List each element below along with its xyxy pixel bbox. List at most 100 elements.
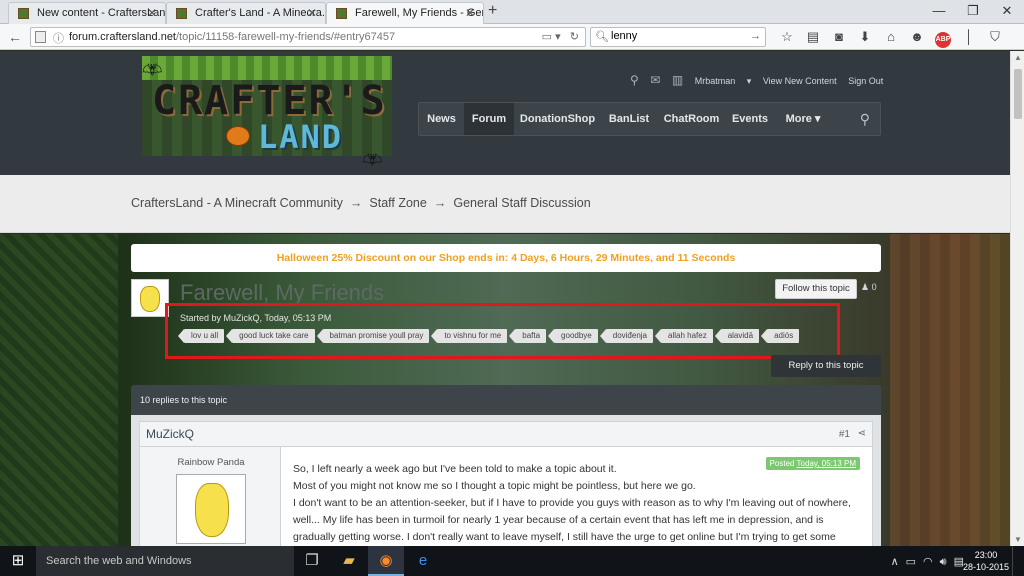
nav-events[interactable]: Events (726, 103, 774, 135)
breadcrumb: CraftersLand - A Minecraft Community → Sta… (0, 175, 1010, 233)
post-author-panel: Rainbow Panda (139, 447, 281, 546)
highlight-box (165, 303, 840, 359)
download-icon[interactable]: ⬇ (852, 28, 878, 46)
url-text: forum.craftersland.net/topic/11158-farew… (69, 31, 395, 43)
address-bar-icons: ▭ ▾ ↻ (542, 30, 579, 43)
reply-button[interactable]: Reply to this topic (771, 355, 881, 377)
restore-icon[interactable]: ❐ (956, 0, 990, 22)
scroll-down-icon[interactable]: ▼ (1014, 535, 1022, 544)
battery-icon[interactable]: ▭ (906, 556, 916, 568)
favicon-icon (176, 8, 187, 19)
breadcrumb-staff-zone[interactable]: Staff Zone (369, 196, 426, 210)
web-page: CRAFTER'S LAND 🦇︎ 🦇︎ ⚲ ✉ ▥ Mrbatman ▾ Vi… (0, 51, 1010, 546)
minimize-icon[interactable]: — (922, 0, 956, 22)
windows-start-icon[interactable]: ⊞ (0, 546, 36, 576)
post-container: MuZickQ #1 ⋖ Rainbow Panda Posted Today,… (131, 415, 881, 546)
pikachu-avatar-image (140, 286, 160, 312)
browser-nav-bar: ← ⓘ forum.craftersland.net/topic/11158-f… (0, 24, 1024, 64)
scrollbar-thumb[interactable] (1014, 69, 1022, 119)
site-search-icon[interactable]: ⚲ (860, 111, 870, 128)
back-icon[interactable]: ← (5, 27, 25, 47)
user-links: ⚲ ✉ ▥ Mrbatman ▾ View New Content Sign O… (630, 73, 892, 87)
reload-icon[interactable]: ↻ (570, 31, 579, 43)
nav-forum[interactable]: Forum (464, 103, 514, 135)
tab-farewell[interactable]: Farewell, My Friends - Gen... ✕ (326, 2, 484, 24)
post-line: I don't want to be an attention-seeker, … (293, 497, 851, 509)
shield-icon[interactable]: ⛉ (982, 28, 1008, 46)
post-header: MuZickQ #1 ⋖ (139, 421, 873, 447)
close-tab-icon[interactable]: ✕ (307, 6, 317, 20)
tray-expand-icon[interactable]: ∧ (891, 556, 899, 568)
nav-donation-shop[interactable]: DonationShop (514, 103, 601, 135)
firefox-icon[interactable]: ◉ (368, 546, 404, 576)
location-pin-icon[interactable]: ⚲ (630, 73, 639, 87)
post-line: Most of you might not know me so I thoug… (293, 480, 696, 492)
follower-count-value: 0 (871, 282, 877, 292)
taskbar-clock[interactable]: 23:00 28-10-2015 (962, 549, 1010, 573)
page-scrollbar[interactable]: ▲ ▼ (1010, 51, 1024, 546)
nav-chat-room[interactable]: ChatRoom (657, 103, 726, 135)
taskbar-search[interactable]: Search the web and Windows (36, 546, 294, 576)
username-menu[interactable]: Mrbatman ▾ (695, 76, 752, 87)
wifi-icon[interactable]: ◠ (923, 556, 933, 568)
breadcrumb-arrow-icon: → (433, 196, 447, 210)
nav-news[interactable]: News (419, 103, 464, 135)
pikachu-avatar-image (195, 483, 229, 537)
author-avatar[interactable] (176, 474, 246, 544)
post-line: gradually getting worse. I don't really … (293, 531, 836, 543)
url-domain: forum.craftersland.net (69, 31, 176, 43)
follow-topic-button[interactable]: Follow this topic (775, 279, 857, 299)
share-icon[interactable]: ⋖ (858, 428, 866, 439)
close-tab-icon[interactable]: ✕ (465, 6, 475, 20)
scroll-up-icon[interactable]: ▲ (1014, 53, 1022, 62)
search-bar[interactable]: 🔍︎ → (590, 27, 766, 47)
breadcrumb-arrow-icon: → (349, 196, 363, 210)
mail-icon[interactable]: ✉ (650, 73, 660, 87)
show-desktop-button[interactable] (1012, 546, 1024, 576)
bookmark-star-icon[interactable]: ☆ (774, 28, 800, 46)
close-tab-icon[interactable]: ✕ (147, 6, 157, 20)
file-explorer-icon[interactable]: ▰ (331, 546, 367, 576)
dropdown-icon[interactable]: ▾ (555, 31, 561, 43)
new-tab-icon[interactable]: + (488, 2, 497, 20)
background-foliage (0, 234, 118, 546)
breadcrumb-general-staff[interactable]: General Staff Discussion (453, 196, 590, 210)
post-body: Posted Today, 05:13 PM So, I left nearly… (281, 447, 873, 546)
tab-new-content[interactable]: New content - CraftersLand... ✕ (8, 2, 166, 24)
post-line: So, I left nearly a week ago but I've be… (293, 463, 617, 475)
clock-time: 23:00 (974, 550, 998, 560)
site-logo[interactable]: CRAFTER'S LAND 🦇︎ 🦇︎ (130, 56, 405, 169)
nav-ban-list[interactable]: BanList (601, 103, 657, 135)
starter-avatar[interactable] (131, 279, 169, 317)
tab-crafters-land[interactable]: Crafter's Land - A Minecra... ✕ (166, 2, 326, 24)
url-path: /topic/11158-farewell-my-friends/#entry6… (176, 31, 396, 43)
address-bar[interactable]: ⓘ forum.craftersland.net/topic/11158-far… (30, 27, 586, 47)
adblock-icon[interactable]: ABP (930, 28, 956, 48)
post-line: well... My life has been in turmoil for … (293, 514, 824, 526)
nav-more[interactable]: More ▾ (774, 103, 832, 135)
view-new-content-link[interactable]: View New Content (763, 76, 837, 86)
go-arrow-icon[interactable]: → (750, 30, 761, 42)
favicon-icon (336, 8, 347, 19)
post-number[interactable]: #1 (839, 429, 850, 440)
bat-icon: 🦇︎ (142, 62, 163, 79)
edge-icon[interactable]: e (405, 546, 441, 576)
sign-out-link[interactable]: Sign Out (848, 76, 883, 86)
page-icon (35, 31, 46, 43)
task-view-icon[interactable]: ❐ (294, 546, 330, 576)
notifications-icon[interactable]: ▥ (672, 73, 683, 87)
pocket-icon[interactable]: ◙ (826, 28, 852, 46)
close-window-icon[interactable]: ✕ (990, 0, 1024, 22)
reader-view-icon[interactable]: ▭ (542, 31, 552, 43)
replies-count-bar: 10 replies to this topic (131, 385, 881, 415)
reading-list-icon[interactable]: ▤ (800, 28, 826, 46)
volume-icon[interactable]: 🔊︎ (940, 556, 947, 568)
post-author[interactable]: MuZickQ (146, 427, 194, 441)
home-icon[interactable]: ⌂ (878, 28, 904, 46)
info-icon[interactable]: ⓘ (53, 30, 64, 46)
search-input[interactable] (611, 30, 741, 42)
promo-banner[interactable]: Halloween 25% Discount on our Shop ends … (131, 244, 881, 272)
search-icon: 🔍︎ (595, 31, 609, 43)
emoji-icon[interactable]: ☻ (904, 28, 930, 46)
breadcrumb-home[interactable]: CraftersLand - A Minecraft Community (131, 196, 343, 210)
